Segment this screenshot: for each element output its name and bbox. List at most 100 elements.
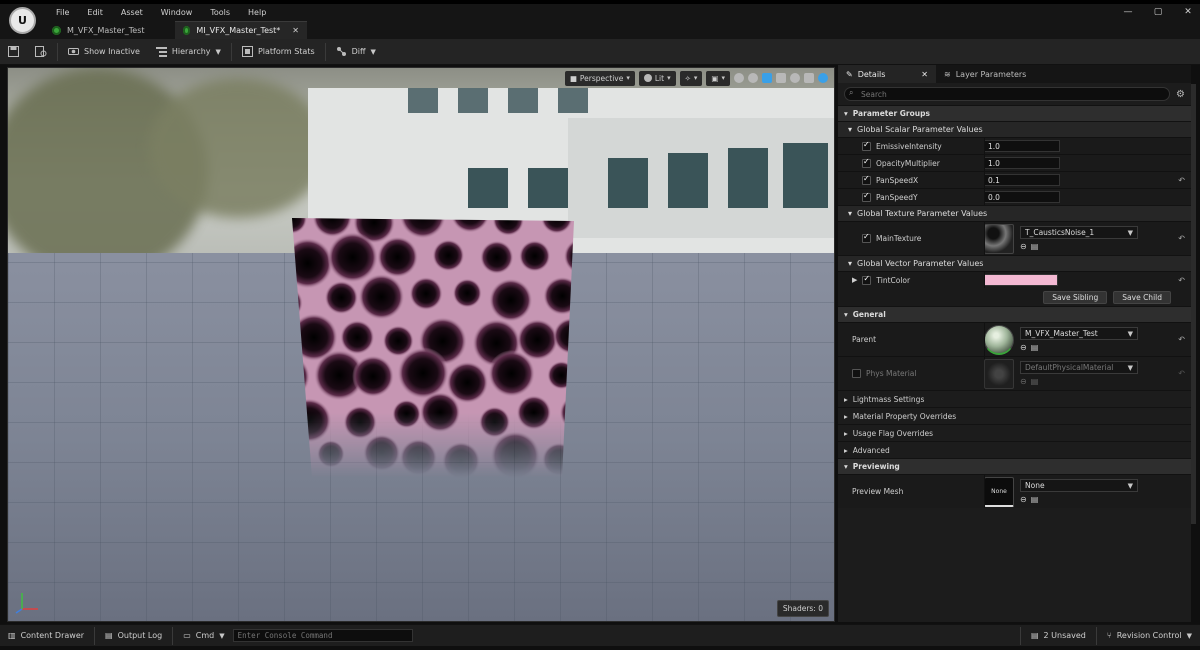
save-child-button[interactable]: Save Child <box>1113 290 1171 304</box>
menu-window[interactable]: Window <box>152 7 202 19</box>
maximize-button[interactable]: ▢ <box>1150 6 1166 18</box>
unreal-logo-icon[interactable]: U <box>9 7 36 34</box>
tab-m-vfx-master-test[interactable]: M_VFX_Master_Test <box>44 21 153 39</box>
details-scrollbar[interactable] <box>1191 84 1196 524</box>
texture-group-header[interactable]: ▾ Global Texture Parameter Values <box>838 205 1191 221</box>
platform-stats-button[interactable]: Platform Stats <box>234 41 323 63</box>
unsaved-button[interactable]: ▤ 2 Unsaved <box>1023 625 1094 647</box>
scalar-group-header[interactable]: ▾ Global Scalar Parameter Values <box>838 121 1191 137</box>
browse-folder-icon[interactable]: ▤ <box>1031 495 1039 504</box>
perspective-dropdown[interactable]: ■ Perspective ▾ <box>564 70 635 86</box>
browse-folder-icon[interactable]: ▤ <box>1031 343 1039 352</box>
general-parent-row: Parent M_VFX_Master_Test ▼ ⊖ ▤ ↶ <box>838 322 1191 356</box>
menu-edit[interactable]: Edit <box>78 7 112 19</box>
tab-details[interactable]: ✎ Details ✕ <box>838 65 936 83</box>
output-log-button[interactable]: ▤ Output Log <box>97 625 170 647</box>
preview-cube-icon[interactable] <box>776 73 786 83</box>
general-header[interactable]: ▾ General <box>838 306 1191 322</box>
realtime-toggle-icon[interactable] <box>818 73 828 83</box>
parent-controls: M_VFX_Master_Test ▼ ⊖ ▤ <box>1020 327 1138 352</box>
param-value-input[interactable] <box>984 157 1060 169</box>
show-flags-dropdown[interactable]: ✧ ▾ <box>679 70 703 86</box>
texture-asset-dropdown[interactable]: T_CausticsNoise_1 ▼ <box>1020 226 1138 239</box>
caustic-cell <box>340 320 375 355</box>
reset-to-default-icon[interactable]: ↶ <box>1178 176 1185 185</box>
hierarchy-button[interactable]: Hierarchy ▼ <box>148 41 229 63</box>
browse-button[interactable] <box>27 41 55 63</box>
preview-plane-icon[interactable] <box>762 73 772 83</box>
param-value-input[interactable] <box>984 174 1060 186</box>
param-value-input[interactable] <box>984 140 1060 152</box>
content-drawer-button[interactable]: ▥ Content Drawer <box>0 625 92 647</box>
close-tab-icon[interactable]: ✕ <box>921 70 928 79</box>
minimize-button[interactable]: — <box>1120 6 1136 18</box>
previewing-header[interactable]: ▾ Previewing <box>838 458 1191 474</box>
show-inactive-icon <box>68 48 79 55</box>
gear-icon[interactable]: ⚙ <box>1176 89 1185 100</box>
details-search-input[interactable] <box>844 87 1171 101</box>
save-button[interactable] <box>0 41 27 63</box>
save-sibling-button[interactable]: Save Sibling <box>1043 290 1108 304</box>
show-inactive-button[interactable]: Show Inactive <box>60 41 148 63</box>
close-tab-icon[interactable]: ✕ <box>292 26 299 35</box>
caustic-cell <box>324 280 359 315</box>
building-window <box>408 88 438 113</box>
param-enable-checkbox[interactable] <box>862 174 871 185</box>
reset-to-default-icon[interactable]: ↶ <box>1178 335 1185 344</box>
toolbar-divider <box>57 42 58 61</box>
show-inactive-label: Show Inactive <box>84 47 140 56</box>
lightmass-settings-header[interactable]: ▸ Lightmass Settings <box>838 390 1191 407</box>
browse-icon <box>35 46 47 57</box>
preview-mesh-thumbnail[interactable]: None <box>984 476 1014 507</box>
texture-thumbnail[interactable] <box>984 223 1014 254</box>
parent-material-thumbnail[interactable] <box>984 324 1014 355</box>
parent-asset-dropdown[interactable]: M_VFX_Master_Test ▼ <box>1020 327 1138 340</box>
reset-to-default-icon[interactable]: ↶ <box>1178 234 1185 243</box>
browse-folder-icon[interactable]: ▤ <box>1031 242 1039 251</box>
param-enable-checkbox[interactable] <box>862 274 872 285</box>
preview-cylinder-icon[interactable] <box>748 73 758 83</box>
preview-viewport[interactable]: ■ Perspective ▾ Lit ▾ ✧ ▾ ▣ ▾ Shaders: 0 <box>7 67 835 622</box>
tint-color-swatch[interactable] <box>984 274 1058 286</box>
texture-value: T_CausticsNoise_1 ▼ ⊖ ▤ <box>984 223 1138 254</box>
param-enable-checkbox[interactable] <box>862 157 871 168</box>
material-property-overrides-header[interactable]: ▸ Material Property Overrides <box>838 407 1191 424</box>
preview-mesh-icon[interactable] <box>804 73 814 83</box>
param-enable-checkbox[interactable] <box>862 140 871 151</box>
column-divider <box>984 172 985 188</box>
expand-arrow-icon[interactable]: ▶ <box>852 276 857 284</box>
param-enable-checkbox[interactable] <box>862 232 871 243</box>
phys-material-checkbox[interactable] <box>852 369 861 378</box>
menu-file[interactable]: File <box>47 7 78 19</box>
param-row-tint-color: ▶ TintColor ↶ <box>838 271 1191 288</box>
lit-dropdown[interactable]: Lit ▾ <box>638 70 676 86</box>
advanced-header[interactable]: ▸ Advanced <box>838 441 1191 458</box>
view-options-dropdown[interactable]: ▣ ▾ <box>706 70 730 86</box>
cmd-dropdown[interactable]: ▭ Cmd ▼ <box>175 625 232 647</box>
caustic-cell <box>392 399 421 429</box>
usage-flag-overrides-header[interactable]: ▸ Usage Flag Overrides <box>838 424 1191 441</box>
menu-tools[interactable]: Tools <box>201 7 239 19</box>
parameter-groups-header[interactable]: ▾ Parameter Groups <box>838 105 1191 121</box>
preview-sphere-icon[interactable] <box>734 73 744 83</box>
tab-layer-parameters[interactable]: ≋ Layer Parameters <box>936 65 1034 83</box>
preview-teapot-icon[interactable] <box>790 73 800 83</box>
param-value-input[interactable] <box>984 191 1060 203</box>
use-selected-icon[interactable]: ⊖ <box>1020 343 1027 352</box>
diff-button[interactable]: Diff ▼ <box>328 41 384 63</box>
use-selected-icon[interactable]: ⊖ <box>1020 495 1027 504</box>
tab-mi-vfx-master-test[interactable]: MI_VFX_Master_Test* ✕ <box>175 21 307 39</box>
caustics-preview-plane[interactable] <box>292 218 574 478</box>
vector-group-header[interactable]: ▾ Global Vector Parameter Values <box>838 255 1191 271</box>
reset-to-default-icon[interactable]: ↶ <box>1178 276 1185 285</box>
use-selected-icon[interactable]: ⊖ <box>1020 242 1027 251</box>
menu-help[interactable]: Help <box>239 7 275 19</box>
menu-bar: File Edit Asset Window Tools Help <box>47 7 275 19</box>
preview-mesh-dropdown[interactable]: None ▼ <box>1020 479 1138 492</box>
revision-control-button[interactable]: ⑂ Revision Control ▼ <box>1099 625 1200 647</box>
menu-asset[interactable]: Asset <box>112 7 152 19</box>
param-enable-checkbox[interactable] <box>862 191 871 202</box>
chevron-down-icon: ▼ <box>219 631 225 640</box>
close-window-button[interactable]: ✕ <box>1180 6 1196 18</box>
console-command-input[interactable] <box>232 629 413 642</box>
